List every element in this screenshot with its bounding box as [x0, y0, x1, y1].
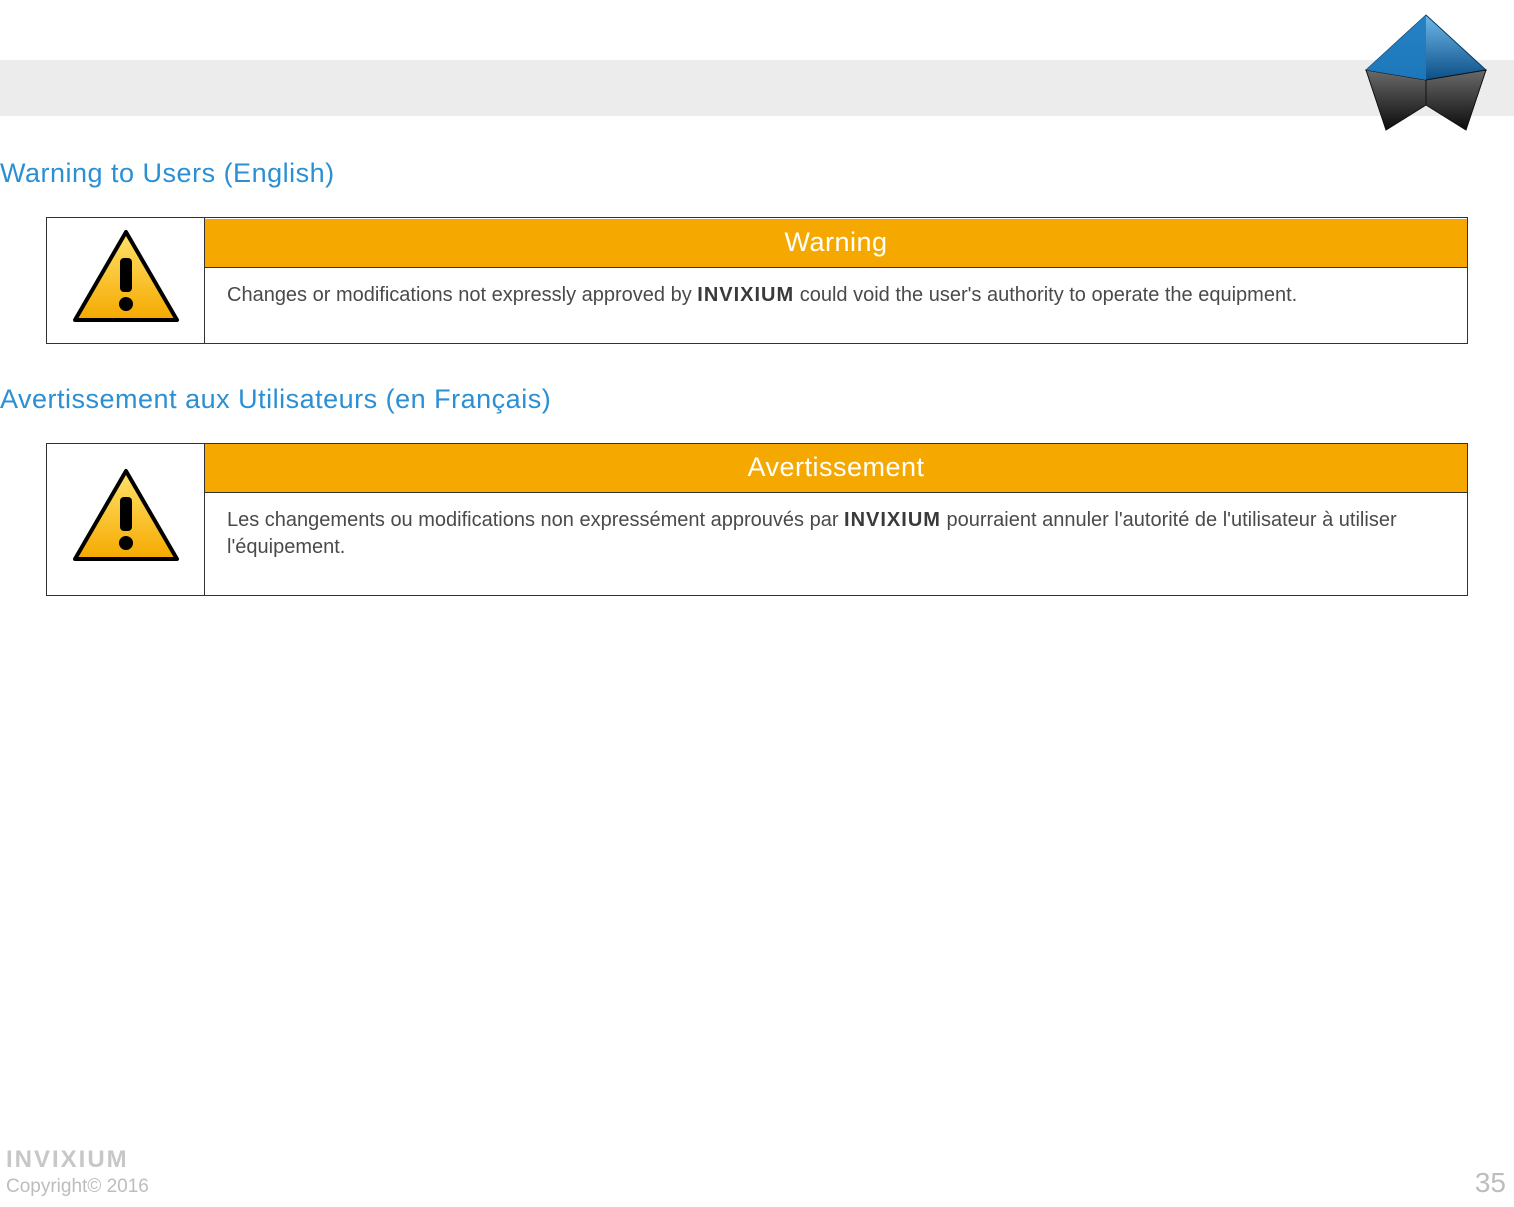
- footer-copyright: Copyright© 2016: [6, 1175, 149, 1199]
- body-post: could void the user's authority to opera…: [794, 284, 1297, 306]
- warning-text-cell: Avertissement Les changements ou modific…: [205, 444, 1468, 596]
- body-pre: Changes or modifications not expressly a…: [227, 284, 697, 306]
- warning-title-bar: Avertissement: [205, 444, 1467, 493]
- body-pre: Les changements ou modifications non exp…: [227, 509, 844, 531]
- page-footer: INVIXIUM Copyright© 2016 35: [0, 1145, 1514, 1199]
- warning-triangle-icon: [71, 554, 181, 571]
- warning-icon-cell: [47, 218, 205, 344]
- warning-body-text: Changes or modifications not expressly a…: [205, 268, 1467, 343]
- header-band: [0, 60, 1514, 116]
- heading-english: Warning to Users (English): [0, 158, 1514, 189]
- warning-triangle-icon: [71, 315, 181, 332]
- warning-box-french: Avertissement Les changements ou modific…: [46, 443, 1468, 596]
- warning-title-bar: Warning: [205, 219, 1467, 268]
- warning-icon-cell: [47, 444, 205, 596]
- footer-brand: INVIXIUM: [6, 1145, 149, 1175]
- heading-french: Avertissement aux Utilisateurs (en Franç…: [0, 384, 1514, 415]
- warning-box-english: Warning Changes or modifications not exp…: [46, 217, 1468, 344]
- brand-inline: INVIXIUM: [844, 509, 941, 531]
- warning-body-text: Les changements ou modifications non exp…: [205, 493, 1467, 595]
- page-number: 35: [1475, 1167, 1506, 1199]
- warning-text-cell: Warning Changes or modifications not exp…: [205, 218, 1468, 344]
- invixium-logo-icon: [1356, 10, 1496, 150]
- brand-inline: INVIXIUM: [697, 284, 794, 306]
- footer-left: INVIXIUM Copyright© 2016: [6, 1145, 149, 1199]
- page-content: Warning to Users (English): [0, 158, 1514, 636]
